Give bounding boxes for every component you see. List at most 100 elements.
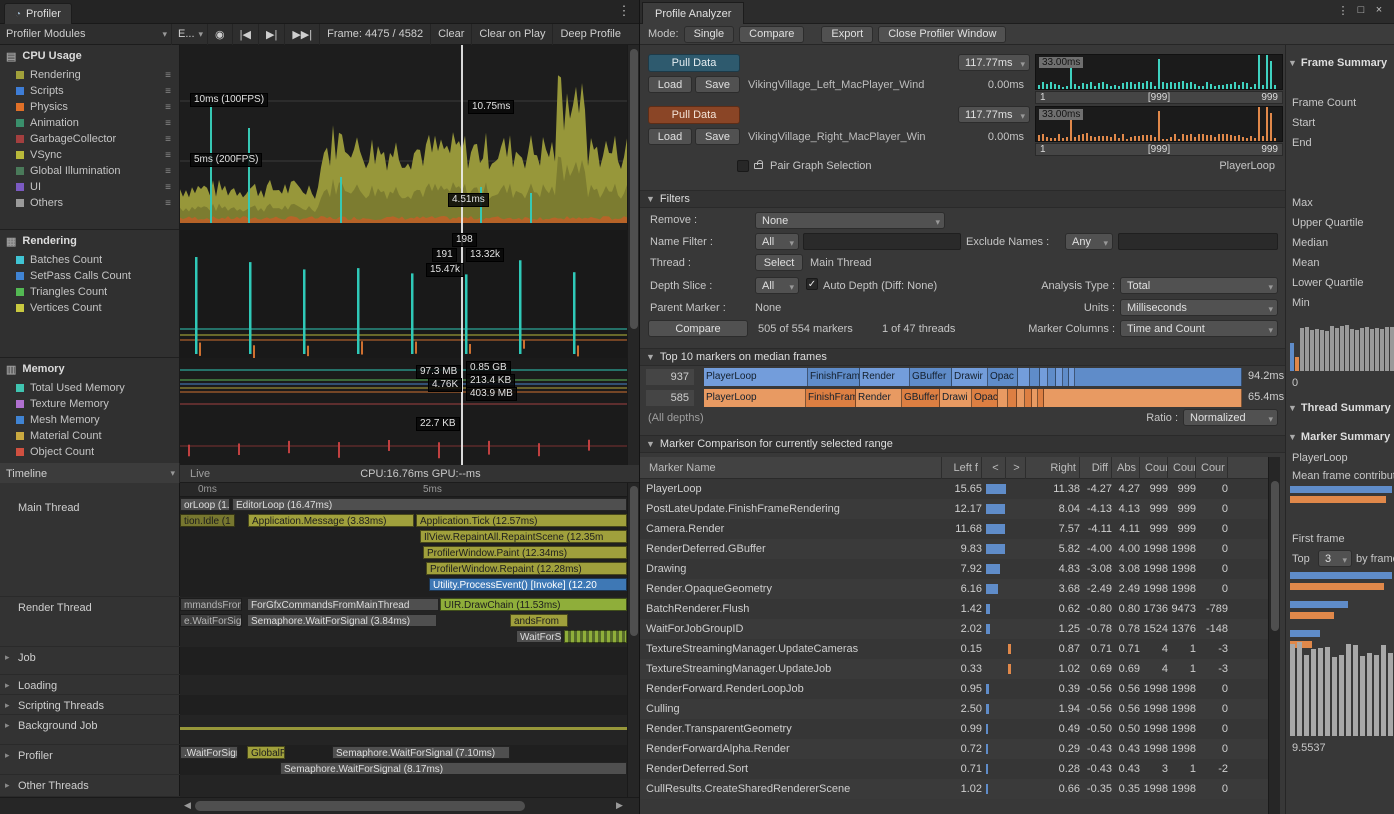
module-header[interactable]: ▤CPU Usage <box>0 45 179 67</box>
track-label-main-thread[interactable]: Main Thread <box>0 497 180 597</box>
counter-icon[interactable]: ≡ <box>165 70 171 81</box>
filters-section-header[interactable]: ▼ Filters <box>640 190 1285 208</box>
table-row[interactable]: PlayerLoop15.6511.38-4.274.279999990 <box>640 479 1268 499</box>
timeline-span[interactable]: ForGfxCommandsFromMainThread <box>247 598 439 611</box>
dataset-left-histogram[interactable]: 33.00ms <box>1035 54 1283 90</box>
frame-summary-header[interactable]: ▼ Frame Summary <box>1288 57 1387 69</box>
next-frame-button[interactable]: ▶| <box>259 24 285 45</box>
timeline-span[interactable]: andsFrom <box>510 614 568 627</box>
timeline-span[interactable]: Utility.ProcessEvent() [Invoke] (12.20 <box>429 578 627 591</box>
timeline-scrollbar-thumb[interactable] <box>630 486 638 636</box>
load-left-button[interactable]: Load <box>648 76 692 93</box>
comparison-column-header[interactable]: Cour <box>1198 457 1228 479</box>
load-right-button[interactable]: Load <box>648 128 692 145</box>
compare-button[interactable]: Compare <box>648 320 748 337</box>
timeline-span[interactable]: GlobalP <box>247 746 285 759</box>
table-row[interactable]: TextureStreamingManager.UpdateCameras0.1… <box>640 639 1268 659</box>
profiler-charts[interactable]: 10ms (100FPS)5ms (200FPS)10.75ms4.51ms19… <box>180 45 627 465</box>
top10-segment[interactable] <box>1075 368 1242 386</box>
table-row[interactable]: RenderDeferred.GBuffer9.835.82-4.004.001… <box>640 539 1268 559</box>
auto-depth-checkbox[interactable]: ✓ <box>806 278 818 290</box>
top10-segment[interactable] <box>1017 389 1025 407</box>
analysis-type-dropdown[interactable]: Total▾ <box>1120 277 1278 294</box>
module-item-triangles-count[interactable]: Triangles Count <box>0 284 179 300</box>
table-row[interactable]: TextureStreamingManager.UpdateJob0.331.0… <box>640 659 1268 679</box>
live-toggle[interactable]: Live <box>190 468 210 480</box>
name-filter-dropdown[interactable]: All▾ <box>755 233 799 250</box>
top10-segment[interactable]: PlayerLoop <box>704 389 806 407</box>
maximize-icon[interactable]: □ <box>1354 4 1368 16</box>
module-item-total-used-memory[interactable]: Total Used Memory <box>0 380 179 396</box>
module-item-physics[interactable]: Physics≡ <box>0 99 179 115</box>
save-left-button[interactable]: Save <box>695 76 740 93</box>
timeline-span[interactable]: ProfilerWindow.Repaint (12.28ms) <box>426 562 627 575</box>
timeline-span[interactable]: UIR.DrawChain (11.53ms) <box>440 598 627 611</box>
modules-scrollbar-thumb[interactable] <box>630 49 638 329</box>
top10-segment[interactable]: FinishFram <box>806 389 856 407</box>
current-frame-button[interactable]: ▶▶| <box>285 24 320 45</box>
timeline-hscrollbar[interactable]: ◀ ▶ <box>0 797 639 814</box>
top10-segment[interactable]: Drawi <box>940 389 972 407</box>
module-item-vsync[interactable]: VSync≡ <box>0 147 179 163</box>
fold-closed-icon[interactable]: ▸ <box>5 720 10 731</box>
depth-slice-dropdown[interactable]: All▾ <box>755 277 799 294</box>
top-n-dropdown[interactable]: 3▾ <box>1318 550 1352 567</box>
fold-closed-icon[interactable]: ▸ <box>5 652 10 663</box>
track-label-other-threads[interactable]: Other Threads▸ <box>0 775 180 797</box>
table-row[interactable]: Camera.Render11.687.57-4.114.119999990 <box>640 519 1268 539</box>
dataset-left-range-slider[interactable]: 1 [999] 999 <box>1035 91 1283 104</box>
top10-segment[interactable]: Render <box>860 368 910 386</box>
fold-closed-icon[interactable]: ▸ <box>5 750 10 761</box>
comparison-scrollbar[interactable] <box>1268 457 1280 814</box>
track-label-profiler[interactable]: Profiler▸ <box>0 745 180 775</box>
counter-icon[interactable]: ≡ <box>165 118 171 129</box>
exclude-names-dropdown[interactable]: Any▾ <box>1065 233 1113 250</box>
dataset-right-range-slider[interactable]: 1 [999] 999 <box>1035 143 1283 156</box>
dataset-right-histogram[interactable]: 33.00ms <box>1035 106 1283 142</box>
comparison-column-header[interactable]: Marker Name <box>646 457 942 479</box>
comparison-column-header[interactable]: Cour <box>1142 457 1168 479</box>
table-row[interactable]: RenderDeferred.Sort0.710.28-0.430.4331-2 <box>640 759 1268 779</box>
timeline-span[interactable]: EditorLoop (16.47ms) <box>232 498 627 511</box>
ratio-dropdown[interactable]: Normalized▾ <box>1183 409 1278 426</box>
top10-segment[interactable]: GBuffer <box>910 368 952 386</box>
top10-bar[interactable]: PlayerLoopFinishFramRenderGBufferDrawiOp… <box>704 389 1242 407</box>
thread-summary-header[interactable]: ▼ Thread Summary <box>1288 402 1391 414</box>
scroll-left-icon[interactable]: ◀ <box>184 800 191 811</box>
cpu-chart[interactable] <box>180 45 627 230</box>
module-item-global-illumination[interactable]: Global Illumination≡ <box>0 163 179 179</box>
profiler-menu-icon[interactable]: ⋮ <box>617 3 631 19</box>
module-item-setpass-calls-count[interactable]: SetPass Calls Count <box>0 268 179 284</box>
comparison-column-header[interactable]: > <box>1008 457 1026 479</box>
module-item-mesh-memory[interactable]: Mesh Memory <box>0 412 179 428</box>
fold-closed-icon[interactable]: ▸ <box>5 700 10 711</box>
timeline-span[interactable]: Application.Tick (12.57ms) <box>416 514 627 527</box>
timeline-span[interactable]: WaitForSig <box>516 630 562 643</box>
pull-data-left-button[interactable]: Pull Data <box>648 54 740 72</box>
marker-summary-header[interactable]: ▼ Marker Summary <box>1288 431 1390 443</box>
clear-button[interactable]: Clear <box>431 24 472 45</box>
top10-segment[interactable] <box>1048 368 1056 386</box>
close-icon[interactable]: × <box>1372 4 1386 16</box>
scroll-right-icon[interactable]: ▶ <box>616 800 623 811</box>
comparison-scrollbar-thumb[interactable] <box>1271 481 1279 631</box>
editor-target-dropdown[interactable]: E... ▾ <box>172 24 208 45</box>
timeline-span[interactable]: orLoop (1.6 <box>180 498 230 511</box>
table-row[interactable]: WaitForJobGroupID2.021.25-0.780.78152413… <box>640 619 1268 639</box>
save-right-button[interactable]: Save <box>695 128 740 145</box>
marker-summary-histogram[interactable] <box>1288 640 1394 738</box>
exclude-names-input[interactable] <box>1118 233 1278 250</box>
top10-row[interactable]: 585PlayerLoopFinishFramRenderGBufferDraw… <box>646 389 1286 407</box>
comparison-column-header[interactable]: Right <box>1028 457 1080 479</box>
memory-chart[interactable] <box>180 358 627 465</box>
counter-icon[interactable]: ≡ <box>165 134 171 145</box>
counter-icon[interactable]: ≡ <box>165 182 171 193</box>
track-label-loading[interactable]: Loading▸ <box>0 675 180 695</box>
frame-summary-histogram[interactable] <box>1288 323 1394 373</box>
timeline-span[interactable]: .WaitForSign <box>180 746 238 759</box>
module-header[interactable]: ▦Rendering <box>0 230 179 252</box>
module-item-animation[interactable]: Animation≡ <box>0 115 179 131</box>
module-item-others[interactable]: Others≡ <box>0 195 179 211</box>
track-label-job[interactable]: Job▸ <box>0 647 180 675</box>
track-label-render-thread[interactable]: Render Thread <box>0 597 180 647</box>
